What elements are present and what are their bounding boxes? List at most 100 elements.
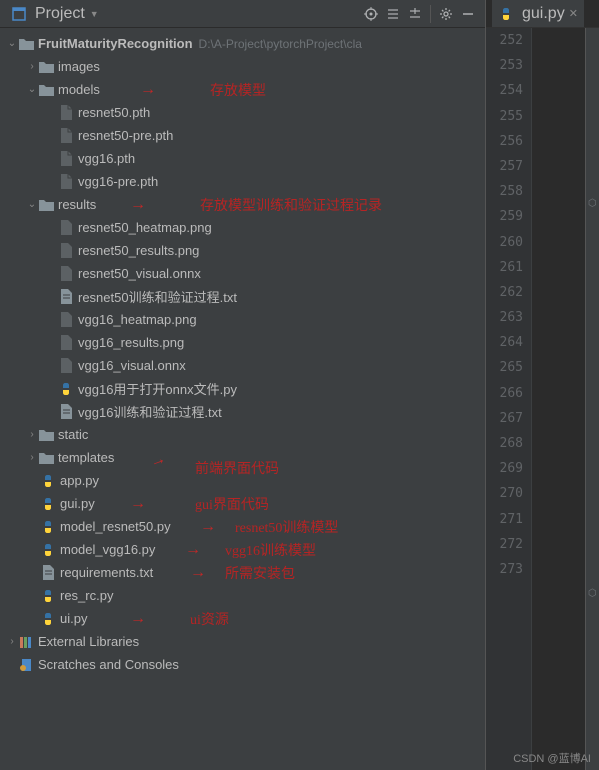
python-file-icon <box>40 496 56 512</box>
line-number: 257 <box>486 154 531 179</box>
folder-icon <box>38 427 54 443</box>
collapse-all-button[interactable] <box>404 3 426 25</box>
project-tree[interactable]: ⌄ FruitMaturityRecognition D:\A-Project\… <box>0 28 485 770</box>
folder-models[interactable]: ⌄ models → 存放模型 <box>0 78 485 101</box>
editor-panel: gui.py ✕ 252 253 254 255 256 257 258 259… <box>485 0 599 770</box>
gutter: 252 253 254 255 256 257 258 259 260 261 … <box>486 28 532 770</box>
project-dropdown[interactable]: Project ▼ <box>6 3 105 25</box>
project-panel: Project ▼ ⌄ FruitMaturityRecognition D:\… <box>0 0 485 770</box>
file-item[interactable]: resnet50训练和验证过程.txt <box>0 285 485 308</box>
file-item[interactable]: resnet50-pre.pth <box>0 124 485 147</box>
close-icon[interactable]: ✕ <box>569 7 578 20</box>
annotation-text: resnet50训练模型 <box>235 517 338 537</box>
scratches[interactable]: Scratches and Consoles <box>0 653 485 676</box>
python-file-icon <box>40 519 56 535</box>
python-file-icon <box>58 381 74 397</box>
hide-button[interactable] <box>457 3 479 25</box>
file-item[interactable]: vgg16_results.png <box>0 331 485 354</box>
file-icon <box>58 266 74 282</box>
scrollbar-edge[interactable]: ⬡ ⬡ <box>585 28 599 770</box>
line-number: 262 <box>486 280 531 305</box>
python-file-icon <box>40 588 56 604</box>
line-number: 264 <box>486 330 531 355</box>
line-number: 258 <box>486 179 531 204</box>
separator <box>430 5 431 23</box>
project-toolbar: Project ▼ <box>0 0 485 28</box>
file-app[interactable]: app.py <box>0 469 485 492</box>
folder-icon <box>38 197 54 213</box>
file-item[interactable]: vgg16训练和验证过程.txt <box>0 400 485 423</box>
project-dropdown-label: Project <box>35 5 85 23</box>
line-number: 252 <box>486 28 531 53</box>
file-item[interactable]: vgg16.pth <box>0 147 485 170</box>
text-file-icon <box>40 565 56 581</box>
annotation-text: gui界面代码 <box>195 494 269 514</box>
annotation-arrow: → <box>130 196 146 214</box>
editor-tabbar: gui.py ✕ <box>486 0 599 28</box>
expand-all-button[interactable] <box>382 3 404 25</box>
text-file-icon <box>58 289 74 305</box>
file-item[interactable]: vgg16用于打开onnx文件.py <box>0 377 485 400</box>
annotation-arrow: → <box>130 610 146 628</box>
python-file-icon <box>40 542 56 558</box>
annotation-arrow: → <box>200 518 216 536</box>
chevron-right-icon: › <box>26 61 38 72</box>
file-requirements[interactable]: requirements.txt → 所需安装包 <box>0 561 485 584</box>
line-number: 265 <box>486 355 531 380</box>
annotation-text: 存放模型训练和验证过程记录 <box>200 195 382 215</box>
file-icon <box>58 174 74 190</box>
line-number: 269 <box>486 456 531 481</box>
library-icon <box>18 634 34 650</box>
folder-icon <box>18 36 34 52</box>
line-number: 253 <box>486 53 531 78</box>
line-number: 267 <box>486 406 531 431</box>
code-area[interactable]: 252 253 254 255 256 257 258 259 260 261 … <box>486 28 599 770</box>
folder-templates[interactable]: › templates → 前端界面代码 <box>0 446 485 469</box>
annotation-arrow: → <box>185 541 201 559</box>
chevron-right-icon: › <box>6 636 18 647</box>
file-item[interactable]: vgg16_heatmap.png <box>0 308 485 331</box>
line-number: 255 <box>486 104 531 129</box>
file-icon <box>58 358 74 374</box>
file-icon <box>58 335 74 351</box>
annotation-arrow: → <box>140 81 156 99</box>
file-item[interactable]: vgg16_visual.onnx <box>0 354 485 377</box>
root-path: D:\A-Project\pytorchProject\cla <box>199 37 362 51</box>
locate-button[interactable] <box>360 3 382 25</box>
file-icon <box>58 128 74 144</box>
marker-icon: ⬡ <box>588 198 597 209</box>
annotation-text: ui资源 <box>190 609 229 629</box>
file-item[interactable]: resnet50.pth <box>0 101 485 124</box>
file-gui[interactable]: gui.py → gui界面代码 <box>0 492 485 515</box>
external-libraries[interactable]: › External Libraries <box>0 630 485 653</box>
line-number: 271 <box>486 507 531 532</box>
file-res-rc[interactable]: res_rc.py <box>0 584 485 607</box>
settings-button[interactable] <box>435 3 457 25</box>
file-icon <box>58 220 74 236</box>
python-file-icon <box>498 6 514 22</box>
file-icon <box>58 243 74 259</box>
folder-results[interactable]: ⌄ results → 存放模型训练和验证过程记录 <box>0 193 485 216</box>
python-file-icon <box>40 611 56 627</box>
file-ui[interactable]: ui.py → ui资源 <box>0 607 485 630</box>
editor-tab[interactable]: gui.py ✕ <box>492 0 584 27</box>
annotation-arrow: → <box>130 495 146 513</box>
line-number: 260 <box>486 230 531 255</box>
file-item[interactable]: vgg16-pre.pth <box>0 170 485 193</box>
chevron-down-icon: ⌄ <box>26 84 38 95</box>
editor-content[interactable] <box>532 28 585 770</box>
file-item[interactable]: resnet50_heatmap.png <box>0 216 485 239</box>
file-model-resnet50[interactable]: model_resnet50.py → resnet50训练模型 <box>0 515 485 538</box>
file-icon <box>58 151 74 167</box>
file-item[interactable]: resnet50_visual.onnx <box>0 262 485 285</box>
file-icon <box>58 105 74 121</box>
folder-images[interactable]: › images <box>0 55 485 78</box>
file-icon <box>58 312 74 328</box>
scratches-icon <box>18 657 34 673</box>
line-number: 259 <box>486 204 531 229</box>
project-icon <box>12 7 26 21</box>
file-item[interactable]: resnet50_results.png <box>0 239 485 262</box>
tree-root[interactable]: ⌄ FruitMaturityRecognition D:\A-Project\… <box>0 32 485 55</box>
file-model-vgg16[interactable]: model_vgg16.py → vgg16训练模型 <box>0 538 485 561</box>
folder-static[interactable]: › static <box>0 423 485 446</box>
